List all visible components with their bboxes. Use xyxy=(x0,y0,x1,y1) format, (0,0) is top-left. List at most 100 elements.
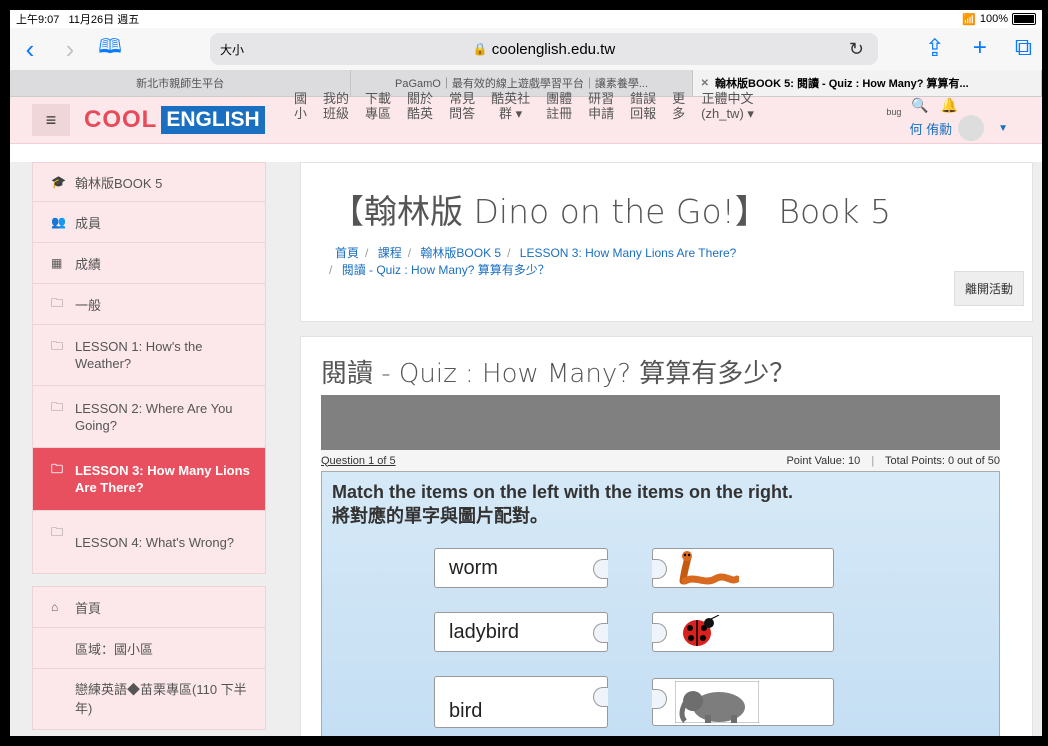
course-title: 【翰林版 Dino on the Go!】 Book 5 xyxy=(331,192,891,231)
safari-actions: ⇪ + ⧉ xyxy=(925,34,1032,63)
status-right: 📶 100% xyxy=(962,13,1036,26)
breadcrumb-link[interactable]: 閱讀 - Quiz : How Many? 算算有多少？ xyxy=(342,263,550,277)
sidebar-item-home[interactable]: ⌂ 首頁 xyxy=(33,587,265,628)
menu-item[interactable]: 團體 註冊 xyxy=(538,91,580,135)
sidebar-item-region[interactable]: 區域：國小區 xyxy=(33,628,265,669)
page-content: 🎓 翰林版BOOK 5 👥 成員 ▦ 成績 🗀 一般 🗀 LESSON 1: How's … xyxy=(10,162,1042,736)
bookmarks-icon[interactable]: 🕮 xyxy=(90,32,130,66)
puzzle-connector xyxy=(593,687,608,707)
puzzle-connector xyxy=(593,623,608,643)
instruction-en: Match the items on the left with the ite… xyxy=(332,482,794,502)
report-bug-link[interactable]: bug xyxy=(886,107,901,117)
picture-tile[interactable] xyxy=(652,548,834,588)
sidebar-item-general[interactable]: 🗀 一般 xyxy=(33,284,265,325)
breadcrumb: 首頁 / 課程 / 翰林版BOOK 5/ LESSON 3: How Many Li… xyxy=(329,245,1032,279)
wifi-icon: 📶 xyxy=(962,13,976,26)
question-number[interactable]: Question 1 of 5 xyxy=(321,455,396,467)
sidebar-item-label: 首頁 xyxy=(75,600,102,616)
user-menu[interactable]: 何 侑勳 ▼ xyxy=(909,115,1008,141)
hamburger-icon: ≡ xyxy=(45,109,57,130)
menu-item[interactable]: 錯誤 回報 xyxy=(622,91,664,135)
breadcrumb-link[interactable]: LESSON 3: How Many Lions Are There? xyxy=(520,246,737,260)
avatar xyxy=(958,115,985,141)
folder-icon: 🗀 xyxy=(51,462,64,476)
site-header: ≡ COOL ENGLISH 國 小 我的 班級 下載 專區 關於 酷英 常見 … xyxy=(10,91,1042,144)
close-tab-icon[interactable]: ✕ xyxy=(701,78,709,89)
new-tab-icon[interactable]: + xyxy=(973,34,987,63)
menu-toggle-button[interactable]: ≡ xyxy=(32,104,70,136)
sidebar-item-lesson-4[interactable]: 🗀 LESSON 4: What's Wrong? xyxy=(33,511,265,573)
match-pair: worm xyxy=(434,548,834,588)
puzzle-connector xyxy=(652,623,667,643)
breadcrumb-link[interactable]: 課程 xyxy=(378,246,402,260)
breadcrumb-link[interactable]: 翰林版BOOK 5 xyxy=(420,246,501,260)
menu-item[interactable]: 正體中文 (zh_tw) ▾ xyxy=(693,91,762,135)
reload-icon[interactable]: ↻ xyxy=(849,39,864,60)
forward-icon[interactable]: › xyxy=(50,34,90,65)
text-size-button[interactable]: 大小 xyxy=(220,41,244,58)
status-left: 上午9:07 11月26日 週五 xyxy=(16,11,139,27)
word-tile[interactable]: worm xyxy=(434,548,608,588)
share-icon[interactable]: ⇪ xyxy=(925,34,945,63)
logo-cool: COOL xyxy=(84,106,158,133)
folder-icon: 🗀 xyxy=(51,400,64,414)
leave-activity-button[interactable]: 離開活動 xyxy=(953,271,1024,306)
instruction-zh: 將對應的單字與圖片配對。 xyxy=(332,506,548,526)
quiz-card: 閱讀 - Quiz : How Many? 算算有多少？ Question 1 … xyxy=(300,336,1033,736)
menu-item[interactable]: 關於 酷英 xyxy=(399,91,441,135)
users-icon: 👥 xyxy=(51,215,66,229)
sidebar-item-lesson-2[interactable]: 🗀 LESSON 2: Where Are You Going? xyxy=(33,386,265,448)
grades-table-icon: ▦ xyxy=(51,256,63,270)
address-bar[interactable]: 大小 🔒 coolenglish.edu.tw ↻ xyxy=(210,33,878,65)
home-icon: ⌂ xyxy=(51,600,59,614)
menu-item[interactable]: 我的 班級 xyxy=(315,91,357,135)
site-logo[interactable]: COOL ENGLISH xyxy=(84,106,265,134)
folder-icon: 🗀 xyxy=(51,295,64,310)
back-icon[interactable]: ‹ xyxy=(10,34,50,65)
sidebar-item-label: 成績 xyxy=(75,256,102,272)
menu-item[interactable]: 更 多 xyxy=(664,91,693,135)
word-label: ladybird xyxy=(449,620,520,643)
folder-icon: 🗀 xyxy=(51,525,64,539)
status-bar: 上午9:07 11月26日 週五 📶 100% xyxy=(10,10,1042,28)
status-date: 11月26日 週五 xyxy=(68,14,140,26)
chevron-down-icon: ▼ xyxy=(998,122,1008,134)
site-nav: ⌂ 首頁 區域：國小區 戀練英語◆苗栗專區(110 下半年) xyxy=(32,586,266,730)
picture-tile[interactable] xyxy=(652,612,834,652)
word-tile[interactable]: bird xyxy=(434,676,608,728)
menu-item[interactable]: 酷英社 群 ▾ xyxy=(483,91,538,135)
sidebar-item-lesson-3[interactable]: 🗀 LESSON 3: How Many Lions Are There? xyxy=(33,448,265,511)
tab-label: 翰林版BOOK 5: 閱讀 - Quiz : How Many? 算算有... xyxy=(715,78,969,90)
word-tile[interactable]: ladybird xyxy=(434,612,608,652)
points-info: Point Value: 10 | Total Points: 0 out of… xyxy=(786,455,1000,467)
sidebar-item-course[interactable]: 🎓 翰林版BOOK 5 xyxy=(33,163,265,202)
menu-item[interactable]: 下載 專區 xyxy=(357,91,399,135)
divider: | xyxy=(871,454,875,467)
sidebar-item-miaoli[interactable]: 戀練英語◆苗栗專區(110 下半年) xyxy=(33,669,265,729)
search-icon[interactable]: 🔍 xyxy=(911,97,928,113)
status-time: 上午9:07 xyxy=(16,14,60,26)
ladybird-icon xyxy=(683,615,720,646)
elephant-icon xyxy=(675,681,759,723)
word-label: worm xyxy=(449,556,498,579)
sidebar-item-label: 一般 xyxy=(75,297,102,313)
puzzle-connector xyxy=(652,559,667,579)
word-label: bird xyxy=(449,700,483,722)
quiz-title: 閱讀 - Quiz : How Many? 算算有多少？ xyxy=(321,359,796,389)
sidebar-item-label: LESSON 2: Where Are You Going? xyxy=(75,400,233,433)
sidebar-item-lesson-1[interactable]: 🗀 LESSON 1: How's the Weather? xyxy=(33,325,265,386)
menu-item[interactable]: 常見 問答 xyxy=(441,91,483,135)
user-name: 何 侑勳 xyxy=(909,121,953,137)
worm-icon xyxy=(679,551,739,585)
sidebar-item-grades[interactable]: ▦ 成績 xyxy=(33,243,265,284)
instruction: Match the items on the left with the ite… xyxy=(332,480,999,528)
tabs-overview-icon[interactable]: ⧉ xyxy=(1015,34,1032,63)
menu-item[interactable]: 國 小 xyxy=(286,91,315,135)
sidebar-item-participants[interactable]: 👥 成員 xyxy=(33,202,265,243)
picture-tile[interactable] xyxy=(652,678,834,726)
tab-label: 新北市親師生平台 xyxy=(136,78,225,90)
menu-item[interactable]: 研習 申請 xyxy=(580,91,622,135)
bell-icon[interactable]: 🔔 xyxy=(941,97,958,113)
lock-icon: 🔒 xyxy=(472,42,488,56)
breadcrumb-link[interactable]: 首頁 xyxy=(335,246,359,260)
